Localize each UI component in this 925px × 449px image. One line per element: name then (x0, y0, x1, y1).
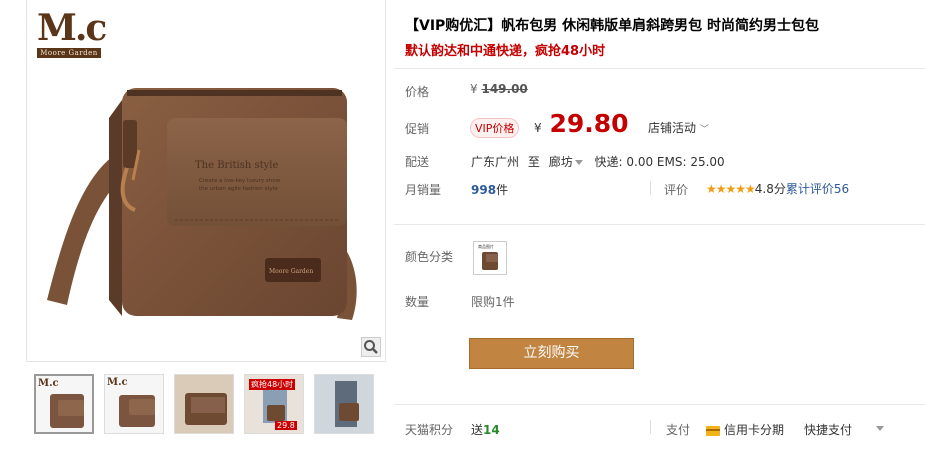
points-label: 天猫积分 (405, 423, 454, 437)
points-amount: 14 (483, 423, 500, 437)
credit-installment-label: 信用卡分期 (724, 423, 785, 437)
monthly-sales-count: 998 (471, 183, 497, 197)
product-title: 【VIP购优汇】帆布包男 休闲韩版单肩斜跨男包 时尚简约男士包包 (405, 18, 820, 34)
quick-pay-label: 快捷支付 (804, 423, 853, 437)
chevron-down-icon: ﹀ (699, 125, 709, 135)
rating-summary[interactable]: ★★★★★4.8分累计评价56 (706, 180, 849, 197)
original-price: ¥ 149.00 (470, 82, 528, 96)
thumbnail-2-logo: M.c (107, 377, 128, 388)
points-prefix: 送 (471, 423, 484, 437)
original-price-currency: ¥ (470, 82, 478, 96)
shipping-to-word: 至 (527, 155, 540, 169)
monthly-sales-label: 月销量 (405, 183, 442, 197)
shipping-destination: 廊坊 (548, 155, 573, 169)
zoom-icon[interactable] (361, 337, 381, 357)
payment-separator (650, 420, 651, 434)
thumbnail-4[interactable]: 疯抢48小时 29.8 (244, 374, 304, 434)
color-swatch-image: 商品图片 (478, 243, 498, 270)
bag-patch-label: Moore Garden (269, 268, 313, 275)
thumbnail-list: M.c M.c 疯抢48小时 29.8 (34, 374, 384, 436)
bag-illustration: The British style Create a low-key luxur… (47, 88, 357, 320)
credit-installment-option[interactable]: 信用卡分期 (706, 421, 784, 438)
quick-pay-option[interactable]: 快捷支付 (804, 421, 852, 438)
shipping-fees: 快递: 0.00 EMS: 25.00 (594, 155, 725, 169)
points-value: 送14 (471, 421, 500, 438)
thumbnail-3[interactable] (174, 374, 234, 434)
current-price-currency: ¥ (534, 121, 542, 135)
swatch-caption: 商品图片 (478, 243, 494, 249)
rating-score: 4.8分 (754, 182, 786, 196)
monthly-sales-unit: 件 (496, 183, 509, 197)
thumbnail-4-tag: 疯抢48小时 (249, 379, 296, 390)
payment-caret-icon[interactable] (876, 426, 884, 431)
color-swatch-option[interactable]: 商品图片 (473, 241, 507, 275)
bag-print-line1: Create a low-key luxury show (199, 178, 281, 184)
store-activity-dropdown[interactable]: 店铺活动 ﹀ (648, 119, 709, 136)
current-price-value: 29.80 (549, 109, 629, 138)
quantity-limit: 限购1件 (471, 295, 515, 309)
thumbnail-5-model (315, 375, 373, 433)
shipping-label: 配送 (405, 155, 430, 169)
star-rating-icon: ★★★★★ (706, 182, 756, 196)
price-label: 价格 (405, 85, 430, 99)
thumbnail-1[interactable]: M.c (34, 374, 94, 434)
thumbnail-3-bag (175, 375, 233, 433)
product-subtitle: 默认韵达和中通快递，疯抢48小时 (405, 44, 606, 59)
current-price: ¥ 29.80 (534, 109, 629, 138)
main-product-image[interactable]: M.c Moore Garden The British style Creat… (26, 0, 386, 362)
info-divider (394, 224, 925, 225)
store-activity-label: 店铺活动 (648, 121, 697, 135)
shipping-row: 广东广州 至 廊坊 快递: 0.00 EMS: 25.00 (471, 153, 725, 170)
bag-print-line2: the urban agile fashion style (199, 186, 278, 192)
thumbnail-2[interactable]: M.c (104, 374, 164, 434)
product-gallery: M.c Moore Garden The British style Creat… (26, 0, 388, 449)
bottom-divider (394, 404, 925, 405)
vip-price-badge: VIP价格 (470, 118, 520, 138)
review-count-text: 累计评价 (785, 182, 834, 196)
promo-label: 促销 (405, 122, 430, 136)
buy-now-button[interactable]: 立刻购买 (469, 338, 634, 369)
rating-separator (650, 181, 651, 195)
rating-label: 评价 (664, 183, 689, 197)
monthly-sales: 998件 (471, 181, 508, 198)
title-divider (394, 68, 925, 69)
color-label: 颜色分类 (405, 250, 454, 264)
shipping-destination-select[interactable]: 廊坊 (549, 155, 591, 169)
bag-print-title: The British style (195, 160, 279, 171)
payment-label: 支付 (666, 423, 691, 437)
product-detail: 【VIP购优汇】帆布包男 休闲韩版单肩斜跨男包 时尚简约男士包包 默认韵达和中通… (394, 0, 925, 449)
thumbnail-1-logo: M.c (38, 378, 59, 389)
review-count: 56 (833, 182, 850, 196)
shipping-from: 广东广州 (471, 155, 520, 169)
caret-down-icon (574, 160, 583, 165)
thumbnail-5[interactable] (314, 374, 374, 434)
thumbnail-4-price: 29.8 (275, 421, 297, 430)
credit-card-icon (706, 425, 720, 436)
quantity-label: 数量 (405, 295, 430, 309)
original-price-value: 149.00 (481, 82, 528, 96)
